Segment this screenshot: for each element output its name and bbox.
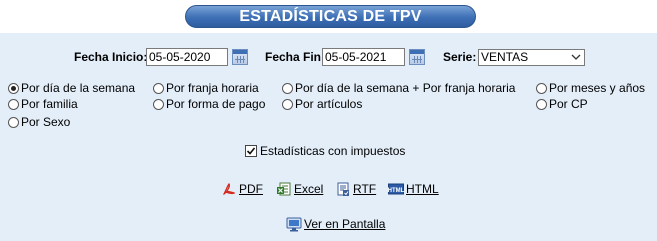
fecha-fin-input[interactable] xyxy=(322,48,405,66)
filters-row: Fecha Inicio: Fecha Fin: Serie: VENTAS xyxy=(0,48,657,68)
export-pdf-link[interactable]: PDF xyxy=(239,182,263,196)
option-label: Por día de la semana + Por franja horari… xyxy=(295,81,516,95)
fecha-inicio-label: Fecha Inicio: xyxy=(74,50,148,64)
option-cp[interactable]: Por CP xyxy=(536,96,588,112)
export-links: PDF Excel RTF HTML HTML xyxy=(0,181,657,199)
excel-icon xyxy=(277,182,291,196)
option-label: Por franja horaria xyxy=(166,81,259,95)
export-html-link[interactable]: HTML xyxy=(406,182,439,196)
option-label: Por Sexo xyxy=(21,115,71,129)
svg-text:HTML: HTML xyxy=(388,188,404,194)
pdf-icon xyxy=(222,183,236,195)
option-dia-semana[interactable]: Por día de la semana xyxy=(8,80,135,96)
export-excel-link[interactable]: Excel xyxy=(294,182,323,196)
serie-select-value: VENTAS xyxy=(481,50,529,64)
option-dia-semana-franja[interactable]: Por día de la semana + Por franja horari… xyxy=(282,80,515,96)
radio-button[interactable] xyxy=(8,83,19,94)
option-articulos[interactable]: Por artículos xyxy=(282,96,362,112)
calendar-icon[interactable] xyxy=(409,49,425,65)
export-rtf[interactable]: RTF xyxy=(335,181,376,197)
chevron-down-icon xyxy=(571,54,581,60)
impuestos-label: Estadísticas con impuestos xyxy=(260,144,406,158)
html-icon: HTML xyxy=(388,183,404,195)
option-meses-anos[interactable]: Por meses y años xyxy=(536,80,645,96)
serie-select[interactable]: VENTAS xyxy=(478,49,585,66)
option-label: Por artículos xyxy=(295,97,363,111)
export-html[interactable]: HTML HTML xyxy=(388,181,439,197)
radio-button[interactable] xyxy=(282,83,293,94)
fecha-inicio-input[interactable] xyxy=(146,48,228,66)
radio-button[interactable] xyxy=(153,83,164,94)
ver-en-pantalla-link[interactable]: Ver en Pantalla xyxy=(304,217,385,231)
radio-button[interactable] xyxy=(536,99,547,110)
stats-panel xyxy=(0,0,657,241)
option-label: Por forma de pago xyxy=(166,97,266,111)
calendar-icon[interactable] xyxy=(232,49,248,65)
option-label: Por día de la semana xyxy=(21,81,136,95)
radio-button[interactable] xyxy=(153,99,164,110)
option-label: Por meses y años xyxy=(549,81,646,95)
checkmark-icon xyxy=(246,147,256,155)
radio-button[interactable] xyxy=(282,99,293,110)
monitor-icon xyxy=(286,217,302,232)
export-excel[interactable]: Excel xyxy=(276,181,323,197)
option-sexo[interactable]: Por Sexo xyxy=(8,114,70,130)
radio-button[interactable] xyxy=(536,83,547,94)
fecha-fin-label: Fecha Fin: xyxy=(265,50,326,64)
option-label: Por CP xyxy=(549,97,588,111)
page-title: ESTADÍSTICAS DE TPV xyxy=(185,5,476,28)
option-familia[interactable]: Por familia xyxy=(8,96,78,112)
impuestos-checkbox[interactable] xyxy=(245,145,257,157)
radio-button[interactable] xyxy=(8,99,19,110)
radio-button[interactable] xyxy=(8,117,19,128)
option-forma-pago[interactable]: Por forma de pago xyxy=(153,96,265,112)
ver-en-pantalla[interactable]: Ver en Pantalla xyxy=(286,216,385,232)
option-label: Por familia xyxy=(21,97,78,111)
export-rtf-link[interactable]: RTF xyxy=(353,182,376,196)
export-pdf[interactable]: PDF xyxy=(221,181,263,197)
impuestos-option[interactable]: Estadísticas con impuestos xyxy=(245,143,405,159)
option-franja-horaria[interactable]: Por franja horaria xyxy=(153,80,259,96)
serie-label: Serie: xyxy=(443,50,477,64)
rtf-icon xyxy=(337,182,349,196)
